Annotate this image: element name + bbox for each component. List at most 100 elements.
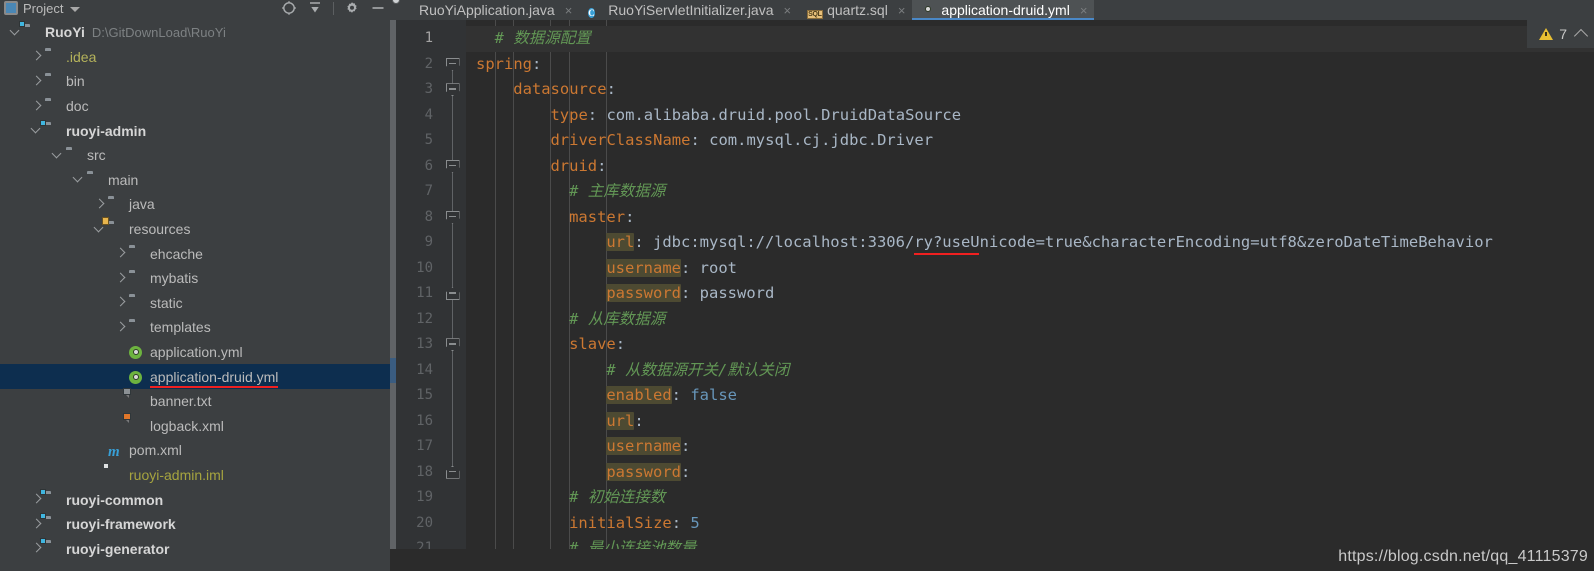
code-line[interactable]: # 初始连接数 [466,485,1594,511]
code-content[interactable]: # 数据源配置 spring: datasource: type: com.aliba… [466,20,1594,571]
module-folder-icon [45,124,61,138]
tree-row[interactable]: ruoyi-framework [0,512,390,537]
module-folder-icon [45,542,61,556]
locate-icon[interactable] [281,0,297,16]
fold-region-end-icon[interactable] [445,465,460,479]
code-line[interactable]: username: [466,434,1594,460]
tree-row[interactable]: banner.txt [0,388,390,414]
code-line[interactable]: master: [466,205,1594,231]
code-line[interactable]: enabled: false [466,383,1594,409]
tree-row[interactable]: application.yml [0,340,390,365]
tab-close-icon[interactable]: × [898,4,906,17]
code-line[interactable]: # 从库数据源 [466,307,1594,333]
project-tree[interactable]: RuoYi D:\GitDownLoad\RuoYi .idea bin doc ruoy… [0,20,390,571]
tree-row[interactable]: java [0,192,390,217]
chevron-up-icon[interactable] [1573,28,1589,44]
tree-row[interactable]: RuoYi D:\GitDownLoad\RuoYi [0,20,390,45]
inspection-widget[interactable]: 7 [1527,20,1594,48]
code-line[interactable]: slave: [466,332,1594,358]
tree-row-label: ruoyi-admin.iml [129,466,224,483]
project-label: Project [23,1,64,16]
collapse-all-icon[interactable] [307,0,323,16]
code-line[interactable]: initialSize: 5 [466,511,1594,537]
chevron-right-icon[interactable] [115,297,126,308]
vcs-change-marker[interactable] [390,357,396,383]
tree-row[interactable]: resources [0,217,390,242]
chevron-down-icon[interactable] [94,224,105,235]
chevron-right-icon[interactable] [31,101,42,112]
code-line[interactable]: driverClassName: com.mysql.cj.jdbc.Drive… [466,128,1594,154]
chevron-down-icon[interactable] [10,27,21,38]
editor-tab[interactable]: application-druid.yml × [912,0,1095,20]
chevron-right-icon[interactable] [115,273,126,284]
tree-row[interactable]: ehcache [0,241,390,266]
fold-collapse-icon[interactable] [445,210,460,224]
editor-tab-label: RuoYiApplication.java [419,2,555,18]
tree-row-label: mybatis [150,270,199,287]
tree-row[interactable]: bin [0,69,390,94]
code-line[interactable]: type: com.alibaba.druid.pool.DruidDataSo… [466,103,1594,129]
code-line[interactable]: username: root [466,256,1594,282]
tree-row[interactable]: templates [0,315,390,340]
fold-region-end-icon[interactable] [445,287,460,301]
project-icon [4,1,18,15]
tree-row-label: pom.xml [129,442,182,459]
chevron-right-icon[interactable] [94,199,105,210]
editor-tab[interactable]: RuoYiApplication.java × [390,0,580,20]
code-editor[interactable]: 1 2 3 4 5 6 7 8 9 10 11 12 13 14 15 16 17 18 19 20 21 # 数据源配… [390,20,1594,571]
code-line[interactable]: password: password [466,281,1594,307]
chevron-down-icon[interactable] [73,174,84,185]
code-line[interactable]: url: [466,409,1594,435]
tree-row[interactable]: main [0,168,390,193]
tree-row[interactable]: ruoyi-admin [0,118,390,143]
code-line[interactable]: datasource: [466,77,1594,103]
chevron-right-icon[interactable] [115,322,126,333]
tree-row[interactable]: .idea [0,45,390,70]
code-line[interactable]: spring: [466,52,1594,78]
chevron-right-icon[interactable] [31,51,42,62]
tree-row-selected[interactable]: application-druid.yml [0,364,390,389]
editor-tab[interactable]: SQL quartz.sql × [798,0,913,20]
chevron-right-icon[interactable] [31,494,42,505]
code-line[interactable]: url: jdbc:mysql://localhost:3306/ry?useU… [466,230,1594,256]
tree-row[interactable]: doc [0,94,390,119]
tab-close-icon[interactable]: × [1080,4,1088,17]
chevron-right-icon[interactable] [31,76,42,87]
line-number: 5 [424,132,433,148]
tree-row[interactable]: ruoyi-generator [0,536,390,561]
tree-row[interactable]: src [0,143,390,168]
project-tool-window-header: Project [0,0,390,20]
chevron-right-icon[interactable] [31,543,42,554]
code-line[interactable]: password: [466,460,1594,486]
code-folding-gutter[interactable] [440,20,466,571]
hide-icon[interactable] [370,0,386,16]
fold-collapse-icon[interactable] [445,83,460,97]
code-line[interactable]: druid: [466,154,1594,180]
iml-file-icon-icon [108,468,124,482]
fold-collapse-icon[interactable] [445,338,460,352]
fold-collapse-icon[interactable] [445,159,460,173]
code-line[interactable]: # 主库数据源 [466,179,1594,205]
chevron-down-icon[interactable] [52,150,63,161]
tree-row[interactable]: ruoyi-admin.iml [0,463,390,488]
tab-close-icon[interactable]: × [565,4,573,17]
project-tool-window-title[interactable]: Project [0,0,81,20]
chevron-down-icon[interactable] [70,6,81,12]
code-line[interactable]: # 数据源配置 [466,26,1594,52]
watermark-text: https://blog.csdn.net/qq_41115379 [1338,548,1588,565]
fold-collapse-icon[interactable] [445,57,460,71]
line-number: 6 [424,157,433,174]
tree-row[interactable]: m pom.xml [0,438,390,463]
chevron-right-icon[interactable] [31,519,42,530]
tree-row[interactable]: static [0,291,390,316]
code-line[interactable]: # 从数据源开关/默认关闭 [466,358,1594,384]
tab-close-icon[interactable]: × [784,4,792,17]
editor-tab[interactable]: C RuoYiServletInitializer.java × [579,0,799,20]
tree-row[interactable]: logback.xml [0,412,390,439]
tree-row[interactable]: mybatis [0,266,390,291]
code-token: password [606,462,681,481]
settings-gear-icon[interactable] [344,0,360,16]
chevron-right-icon[interactable] [115,248,126,259]
tree-row[interactable]: ruoyi-common [0,487,390,512]
chevron-down-icon[interactable] [31,125,42,136]
